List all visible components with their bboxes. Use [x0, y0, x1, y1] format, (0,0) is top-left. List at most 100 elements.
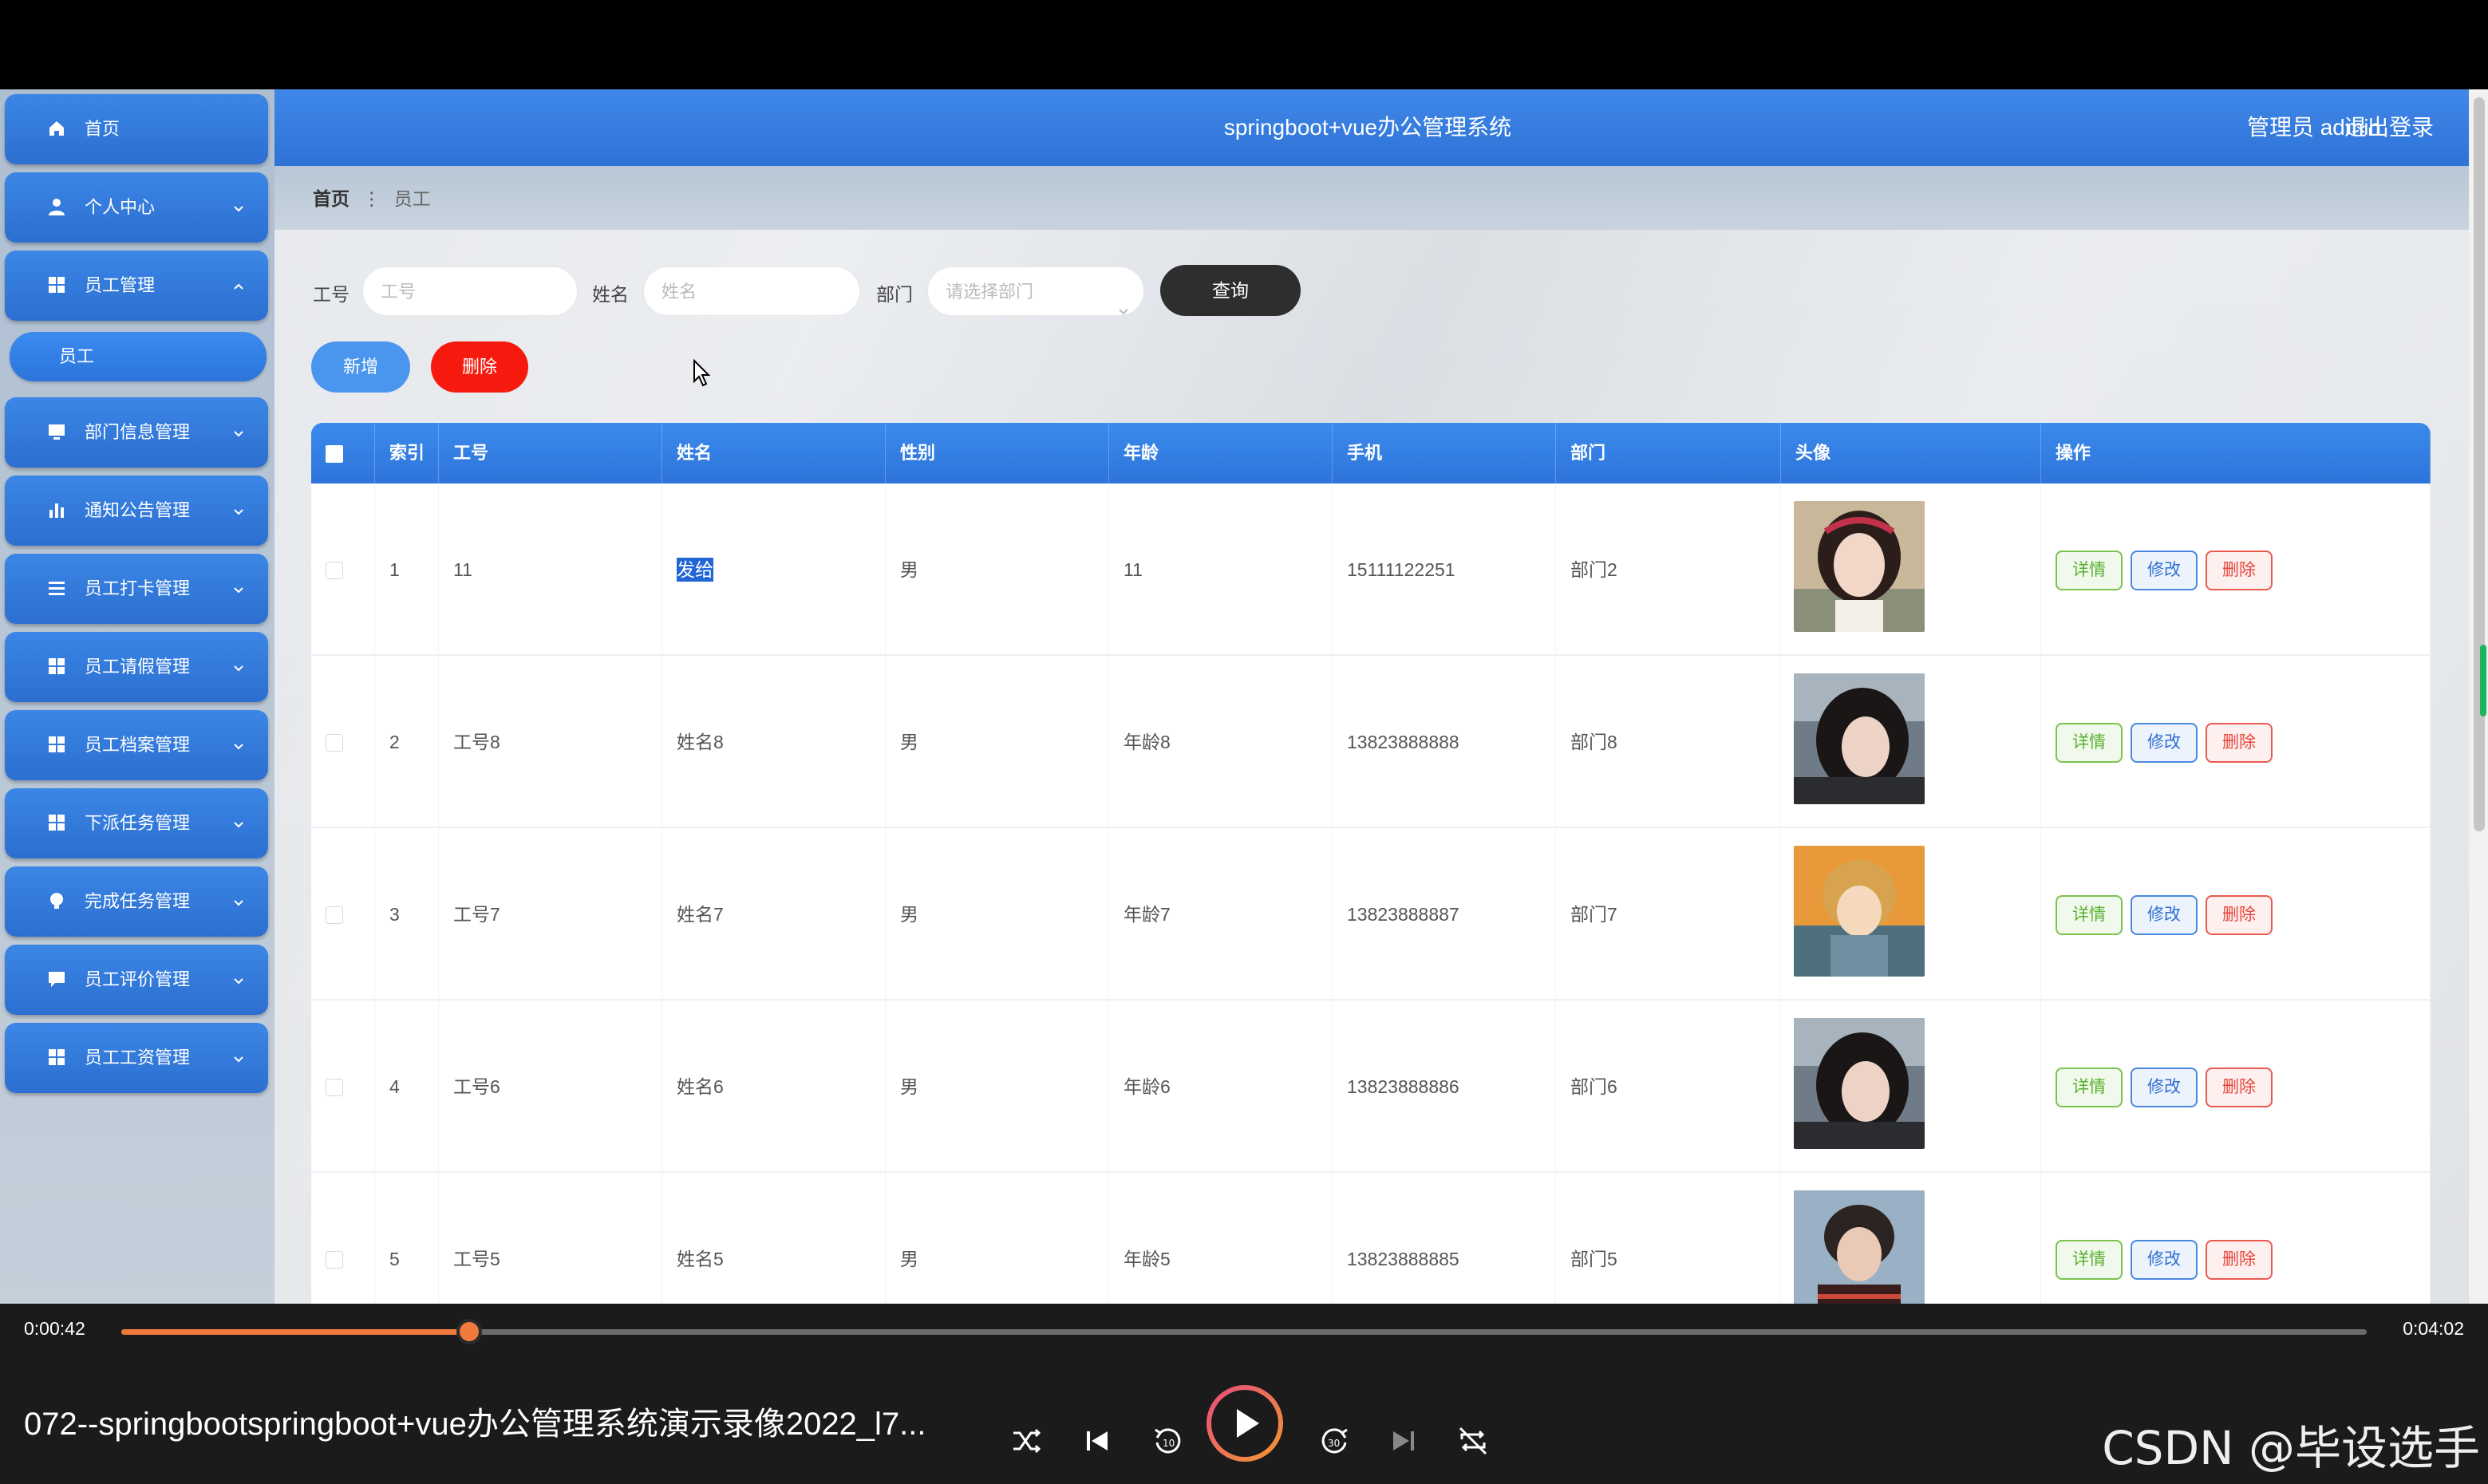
sidebar-item-employee-management[interactable]: 员工管理 [5, 251, 268, 321]
detail-button[interactable]: 详情 [2056, 1240, 2123, 1280]
cell-actions: 详情 修改 删除 [2041, 483, 2431, 656]
bar-chart-icon [46, 499, 67, 520]
row-checkbox[interactable] [326, 906, 343, 924]
detail-button[interactable]: 详情 [2056, 1068, 2123, 1107]
sidebar-item-evaluation[interactable]: 员工评价管理 [5, 945, 268, 1015]
svg-text:30: 30 [1328, 1438, 1340, 1449]
logout-link[interactable]: 退出登录 [2344, 89, 2434, 166]
cell-name-selected-text: 发给 [677, 558, 713, 582]
sidebar-item-profile[interactable]: 个人中心 [5, 172, 268, 243]
edit-button[interactable]: 修改 [2131, 895, 2198, 935]
chevron-up-icon [233, 276, 244, 290]
cell-age: 年龄6 [1109, 1001, 1333, 1173]
breadcrumb-home[interactable]: 首页 [313, 188, 350, 209]
edit-button[interactable]: 修改 [2131, 1240, 2198, 1280]
select-all-checkbox[interactable] [326, 445, 343, 463]
row-delete-button[interactable]: 删除 [2206, 723, 2273, 763]
breadcrumb-separator: ⋮ [362, 188, 381, 209]
edit-button[interactable]: 修改 [2131, 551, 2198, 590]
forward-30-icon[interactable]: 30 [1315, 1422, 1353, 1460]
cell-phone: 13823888888 [1333, 656, 1556, 828]
row-checkbox[interactable] [326, 1079, 343, 1096]
dept-label: 部门 [876, 284, 913, 305]
dept-select-placeholder: 请选择部门 [946, 282, 1034, 302]
cell-dept: 部门5 [1556, 1173, 1781, 1304]
cell-phone: 15111122251 [1333, 483, 1556, 656]
table-row: 5 工号5 姓名5 男 年龄5 13823888885 部门5 详情 修改 删除 [311, 1173, 2431, 1304]
cell-age: 年龄5 [1109, 1173, 1333, 1304]
query-button[interactable]: 查询 [1160, 265, 1301, 316]
repeat-off-icon[interactable] [1454, 1422, 1492, 1460]
sidebar-item-department[interactable]: 部门信息管理 [5, 397, 268, 468]
cell-dept: 部门2 [1556, 483, 1781, 656]
sidebar-subitem-employee[interactable]: 员工 [10, 332, 267, 381]
cell-age: 11 [1109, 483, 1333, 656]
sidebar-item-notice[interactable]: 通知公告管理 [5, 476, 268, 546]
sidebar-item-salary[interactable]: 员工工资管理 [5, 1023, 268, 1093]
col-gender: 性别 [886, 423, 1109, 483]
col-age: 年龄 [1109, 423, 1333, 483]
seek-bar-progress [121, 1329, 470, 1335]
chevron-down-icon [233, 1048, 244, 1063]
chevron-down-icon [233, 892, 244, 906]
detail-button[interactable]: 详情 [2056, 895, 2123, 935]
name-input[interactable]: 姓名 [643, 266, 860, 316]
edit-button[interactable]: 修改 [2131, 1068, 2198, 1107]
sidebar: 首页 个人中心 员工管理 员工 部门信息管理 通知公告管理 员工打卡管理 员工请… [0, 89, 274, 1304]
cell-name: 姓名7 [662, 828, 886, 1001]
detail-button[interactable]: 详情 [2056, 723, 2123, 763]
row-delete-button[interactable]: 删除 [2206, 895, 2273, 935]
sidebar-item-leave[interactable]: 员工请假管理 [5, 632, 268, 702]
row-delete-button[interactable]: 删除 [2206, 1068, 2273, 1107]
play-button[interactable] [1206, 1385, 1283, 1462]
rewind-10-icon[interactable]: 10 [1149, 1422, 1187, 1460]
chevron-down-icon [1118, 286, 1129, 315]
add-button[interactable]: 新增 [311, 341, 410, 393]
row-delete-button[interactable]: 删除 [2206, 551, 2273, 590]
bulb-icon [46, 890, 67, 911]
sidebar-item-assign-task[interactable]: 下派任务管理 [5, 788, 268, 858]
sidebar-item-complete-task[interactable]: 完成任务管理 [5, 866, 268, 937]
chevron-down-icon [233, 657, 244, 672]
cell-id: 工号7 [439, 828, 662, 1001]
cell-name: 发给 [662, 483, 886, 656]
row-checkbox[interactable] [326, 734, 343, 752]
col-index: 索引 [375, 423, 439, 483]
cell-index: 4 [375, 1001, 439, 1173]
cell-gender: 男 [886, 656, 1109, 828]
cell-gender: 男 [886, 1173, 1109, 1304]
seek-bar[interactable] [121, 1319, 2367, 1344]
detail-button[interactable]: 详情 [2056, 551, 2123, 590]
avatar [1794, 673, 1925, 804]
row-select-cell [311, 483, 375, 656]
page-scrollbar-thumb[interactable] [2474, 97, 2485, 831]
video-title: 072--springbootspringboot+vue办公管理系统演示录像2… [24, 1407, 926, 1442]
cell-name: 姓名6 [662, 1001, 886, 1173]
row-checkbox[interactable] [326, 562, 343, 579]
sidebar-item-archive[interactable]: 员工档案管理 [5, 710, 268, 780]
sidebar-item-home[interactable]: 首页 [5, 94, 268, 164]
chevron-down-icon [233, 579, 244, 594]
row-delete-button[interactable]: 删除 [2206, 1240, 2273, 1280]
previous-icon[interactable] [1079, 1422, 1117, 1460]
name-label: 姓名 [592, 284, 629, 305]
id-label: 工号 [313, 284, 350, 305]
sidebar-item-attendance[interactable]: 员工打卡管理 [5, 554, 268, 624]
edit-button[interactable]: 修改 [2131, 723, 2198, 763]
id-input[interactable]: 工号 [362, 266, 578, 316]
shuffle-icon[interactable] [1007, 1422, 1045, 1460]
seek-bar-handle[interactable] [456, 1319, 483, 1344]
cell-gender: 男 [886, 1001, 1109, 1173]
delete-button[interactable]: 删除 [431, 341, 528, 393]
avatar [1794, 1190, 1925, 1304]
table-row: 2 工号8 姓名8 男 年龄8 13823888888 部门8 详情 修改 删除 [311, 656, 2431, 828]
row-checkbox[interactable] [326, 1251, 343, 1269]
cell-actions: 详情 修改 删除 [2041, 1001, 2431, 1173]
grid-icon [46, 734, 67, 755]
dept-select[interactable]: 请选择部门 [927, 266, 1144, 316]
next-icon[interactable] [1384, 1422, 1422, 1460]
cell-age: 年龄8 [1109, 656, 1333, 828]
cell-phone: 13823888887 [1333, 828, 1556, 1001]
top-header: springboot+vue办公管理系统 管理员 admin 退出登录 [274, 89, 2469, 166]
avatar [1794, 501, 1925, 632]
